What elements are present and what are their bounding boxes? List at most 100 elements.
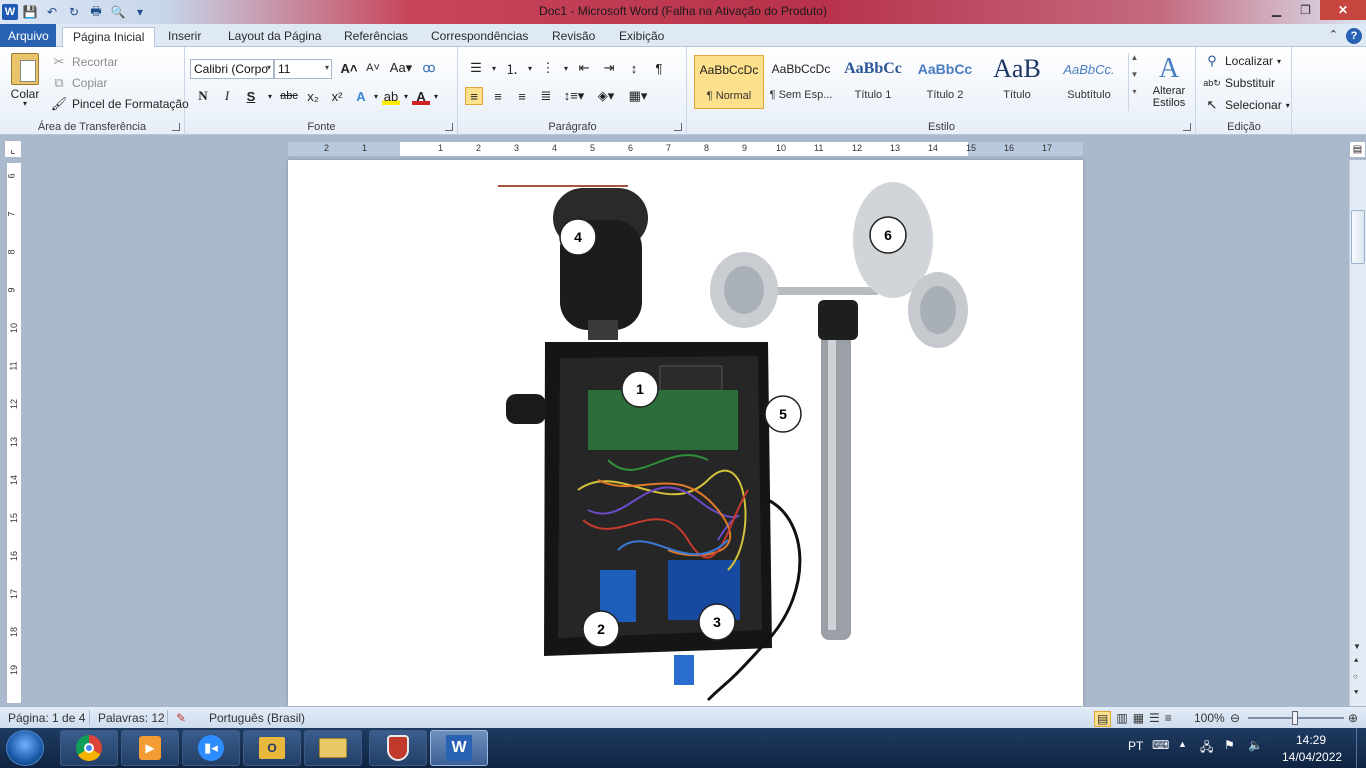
web-layout-icon[interactable]: ▦	[1133, 711, 1144, 727]
maximize-button[interactable]: ❐	[1291, 0, 1320, 20]
tab-view[interactable]: Exibição	[609, 27, 674, 47]
word-count[interactable]: Palavras: 12	[98, 711, 165, 725]
horizontal-ruler[interactable]: 2 1 1 2 3 4 5 6 7 8 9 10 11 12 13 14 15 …	[287, 141, 1084, 157]
network-icon[interactable]: 🖧	[1200, 738, 1213, 759]
zoom-icon[interactable]: ▮◂	[182, 730, 240, 766]
tab-mailings[interactable]: Correspondências	[421, 27, 538, 47]
style-title[interactable]: AaB Título	[982, 55, 1052, 109]
italic-button[interactable]: I	[218, 87, 236, 105]
change-styles-button[interactable]: A Alterar Estilos	[1144, 53, 1194, 109]
increase-indent-icon[interactable]: ⇥	[600, 59, 618, 77]
clear-formatting-icon[interactable]: ꝏ	[420, 59, 438, 77]
style-subtitle[interactable]: AaBbCc. Subtítulo	[1054, 55, 1124, 109]
font-name-combo[interactable]: Calibri (Corpo ▾	[190, 59, 274, 79]
page-count[interactable]: Página: 1 de 4	[8, 711, 85, 725]
decrease-indent-icon[interactable]: ⇤	[575, 59, 593, 77]
word-icon[interactable]: W	[430, 730, 488, 766]
paragraph-launcher-icon[interactable]	[674, 123, 682, 131]
volume-icon[interactable]: 🔈	[1248, 738, 1263, 752]
font-color-icon[interactable]: A	[412, 87, 431, 105]
underline-button[interactable]: S	[242, 87, 260, 105]
styles-more-icon[interactable]: ▾	[1129, 87, 1140, 96]
help-icon[interactable]: ?	[1346, 28, 1362, 44]
weather-station-photo[interactable]: 4 6 1 5 2 3	[288, 160, 1083, 706]
sort-icon[interactable]: ↕	[625, 59, 643, 77]
show-formatting-icon[interactable]: ¶	[650, 59, 668, 77]
zoom-slider-thumb[interactable]	[1292, 711, 1298, 725]
clock-time[interactable]: 14:29	[1296, 733, 1326, 747]
outlook-icon[interactable]: O	[243, 730, 301, 766]
previous-page-icon[interactable]: ⯅	[1353, 656, 1359, 666]
scroll-down-icon[interactable]: ▼	[1353, 642, 1361, 651]
tab-references[interactable]: Referências	[334, 27, 418, 47]
zoom-out-icon[interactable]: ⊖	[1230, 711, 1240, 725]
style-heading-2[interactable]: AaBbCc Título 2	[910, 55, 980, 109]
print-layout-icon[interactable]: ▤	[1094, 711, 1112, 727]
justify-icon[interactable]: ≣	[537, 87, 555, 105]
start-button[interactable]	[6, 730, 44, 766]
draft-icon[interactable]: ≡	[1165, 711, 1172, 727]
multilevel-list-icon[interactable]: ⋮	[539, 59, 557, 77]
find-button[interactable]: ⚲ Localizar ▾	[1203, 52, 1281, 70]
replace-button[interactable]: ab↻ Substituir	[1203, 74, 1275, 92]
browse-object-icon[interactable]: ○	[1353, 672, 1358, 681]
tab-selector-button[interactable]: ⌞	[4, 140, 22, 158]
bold-button[interactable]: N	[194, 87, 212, 105]
tab-insert[interactable]: Inserir	[158, 27, 211, 47]
document-page[interactable]: 4 6 1 5 2 3	[288, 160, 1083, 706]
font-size-combo[interactable]: 11 ▾	[274, 59, 332, 79]
zoom-level[interactable]: 100%	[1194, 711, 1225, 725]
superscript-button[interactable]: x²	[328, 87, 346, 105]
tab-home[interactable]: Página Inicial	[62, 27, 156, 47]
select-button[interactable]: ↖ Selecionar ▾	[1203, 96, 1290, 114]
format-painter-button[interactable]: 🖌 Pincel de Formatação	[50, 95, 189, 113]
styles-launcher-icon[interactable]	[1183, 123, 1191, 131]
align-left-icon[interactable]: ≡	[465, 87, 483, 105]
vertical-scrollbar[interactable]: ▼ ⯅ ○ ⯆	[1349, 160, 1366, 706]
outline-icon[interactable]: ☰	[1149, 711, 1160, 727]
shading-icon[interactable]: ◈▾	[593, 87, 619, 105]
language-status[interactable]: Português (Brasil)	[209, 711, 305, 725]
clipboard-launcher-icon[interactable]	[172, 123, 180, 131]
bullets-icon[interactable]: ☰	[467, 59, 485, 77]
show-hidden-icons[interactable]: ▲	[1178, 739, 1187, 749]
zoom-in-icon[interactable]: ⊕	[1348, 711, 1358, 725]
minimize-ribbon-icon[interactable]: ⌃	[1329, 28, 1338, 44]
align-center-icon[interactable]: ≡	[489, 87, 507, 105]
strikethrough-button[interactable]: abc	[280, 87, 298, 105]
copy-button[interactable]: ⧉ Copiar	[50, 74, 107, 92]
line-spacing-icon[interactable]: ↕≡▾	[561, 87, 587, 105]
subscript-button[interactable]: x₂	[304, 87, 322, 105]
align-right-icon[interactable]: ≡	[513, 87, 531, 105]
language-indicator[interactable]: PT	[1128, 739, 1143, 753]
style-no-spacing[interactable]: AaBbCcDc ¶ Sem Esp...	[766, 55, 836, 109]
action-center-flag-icon[interactable]: ⚑	[1224, 738, 1235, 752]
change-case-icon[interactable]: Aa▾	[388, 59, 414, 77]
security-shield-icon[interactable]	[369, 730, 427, 766]
file-explorer-icon[interactable]	[304, 730, 362, 766]
full-screen-reading-icon[interactable]: ▥	[1116, 711, 1127, 727]
tab-file[interactable]: Arquivo	[0, 24, 56, 47]
paste-button[interactable]: Colar ▾	[6, 53, 44, 108]
chrome-icon[interactable]	[60, 730, 118, 766]
scrollbar-thumb[interactable]	[1351, 210, 1365, 264]
style-heading-1[interactable]: AaBbCc Título 1	[838, 55, 908, 109]
media-player-icon[interactable]: ▶	[121, 730, 179, 766]
next-page-icon[interactable]: ⯆	[1353, 688, 1359, 698]
tab-page-layout[interactable]: Layout da Página	[218, 27, 331, 47]
numbering-icon[interactable]: ⒈	[503, 59, 521, 77]
show-desktop-button[interactable]	[1356, 728, 1366, 768]
text-effects-icon[interactable]: A	[352, 87, 370, 105]
spell-check-icon[interactable]: ✎	[176, 711, 186, 725]
clock-date[interactable]: 14/04/2022	[1282, 750, 1342, 764]
keyboard-icon[interactable]: ⌨	[1152, 738, 1169, 752]
tab-review[interactable]: Revisão	[542, 27, 605, 47]
close-button[interactable]: ✕	[1320, 0, 1366, 20]
styles-up-icon[interactable]: ▲	[1129, 53, 1140, 62]
zoom-slider[interactable]	[1248, 711, 1344, 725]
font-launcher-icon[interactable]	[445, 123, 453, 131]
highlight-icon[interactable]: ab	[382, 87, 401, 105]
borders-icon[interactable]: ▦▾	[625, 87, 651, 105]
styles-scroll[interactable]: ▲ ▼ ▾	[1128, 53, 1140, 111]
style-normal[interactable]: AaBbCcDc ¶ Normal	[694, 55, 764, 109]
